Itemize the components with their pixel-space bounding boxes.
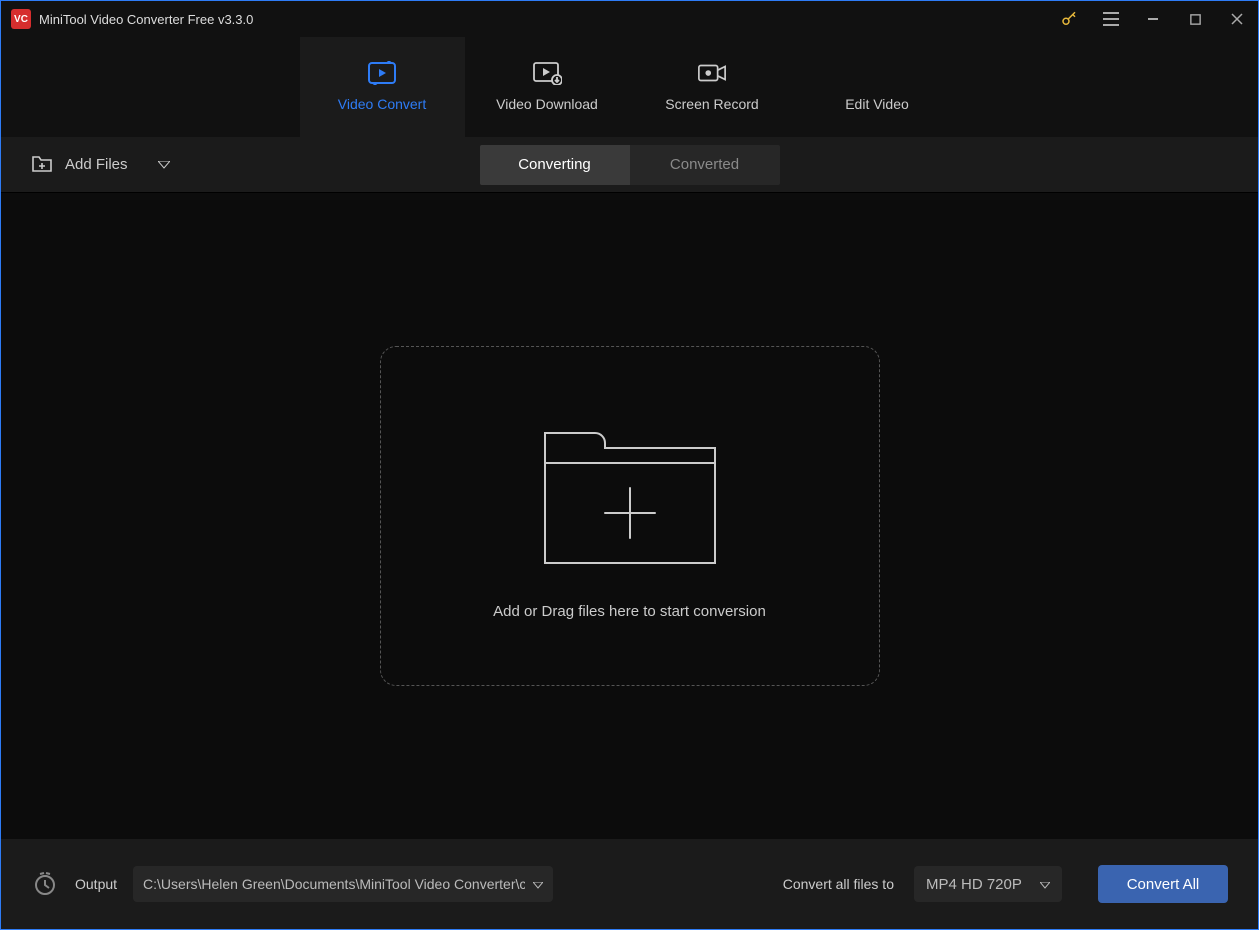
tab-label: Screen Record [665, 96, 758, 112]
close-button[interactable] [1226, 8, 1248, 30]
output-path-value: C:\Users\Helen Green\Documents\MiniTool … [143, 876, 525, 892]
tab-edit-video[interactable]: Edit Video [795, 37, 960, 137]
chevron-down-icon [533, 876, 543, 892]
main-content: Add or Drag files here to start conversi… [1, 193, 1258, 839]
tab-video-convert[interactable]: Video Convert [300, 37, 465, 137]
convert-to-label: Convert all files to [783, 876, 894, 892]
chevron-down-icon[interactable] [158, 156, 170, 173]
minimize-button[interactable] [1142, 8, 1164, 30]
format-select[interactable]: MP4 HD 720P [914, 866, 1062, 902]
add-folder-icon [31, 154, 53, 176]
video-download-icon [532, 62, 562, 84]
video-convert-icon [367, 62, 397, 84]
footer-bar: Output C:\Users\Helen Green\Documents\Mi… [1, 839, 1258, 929]
schedule-icon[interactable] [31, 870, 59, 898]
app-logo-icon: VC [11, 9, 31, 29]
menu-icon[interactable] [1100, 8, 1122, 30]
add-files-label: Add Files [65, 156, 128, 173]
status-tabs: Converting Converted [480, 145, 780, 185]
upgrade-key-icon[interactable] [1058, 8, 1080, 30]
dropzone-message: Add or Drag files here to start conversi… [493, 603, 766, 620]
folder-plus-icon [535, 413, 725, 573]
tab-screen-record[interactable]: Screen Record [630, 37, 795, 137]
main-tabs: Video Convert Video Download Screen Reco… [1, 37, 1258, 137]
maximize-button[interactable] [1184, 8, 1206, 30]
dropzone[interactable]: Add or Drag files here to start conversi… [380, 346, 880, 686]
tab-video-download[interactable]: Video Download [465, 37, 630, 137]
window-title: MiniTool Video Converter Free v3.3.0 [39, 12, 253, 27]
tab-label: Edit Video [845, 96, 909, 112]
format-selected-value: MP4 HD 720P [926, 876, 1032, 893]
tab-converted[interactable]: Converted [630, 145, 780, 185]
output-path-select[interactable]: C:\Users\Helen Green\Documents\MiniTool … [133, 866, 553, 902]
chevron-down-icon [1040, 876, 1050, 893]
convert-all-button[interactable]: Convert All [1098, 865, 1228, 903]
tab-converting[interactable]: Converting [480, 145, 630, 185]
output-label: Output [75, 876, 117, 892]
sub-toolbar: Add Files Converting Converted [1, 137, 1258, 193]
screen-record-icon [697, 62, 727, 84]
edit-video-icon [862, 62, 892, 84]
tab-label: Video Convert [338, 96, 426, 112]
titlebar: VC MiniTool Video Converter Free v3.3.0 [1, 1, 1258, 37]
window-controls [1058, 8, 1248, 30]
add-files-button[interactable]: Add Files [31, 154, 170, 176]
tab-label: Video Download [496, 96, 598, 112]
